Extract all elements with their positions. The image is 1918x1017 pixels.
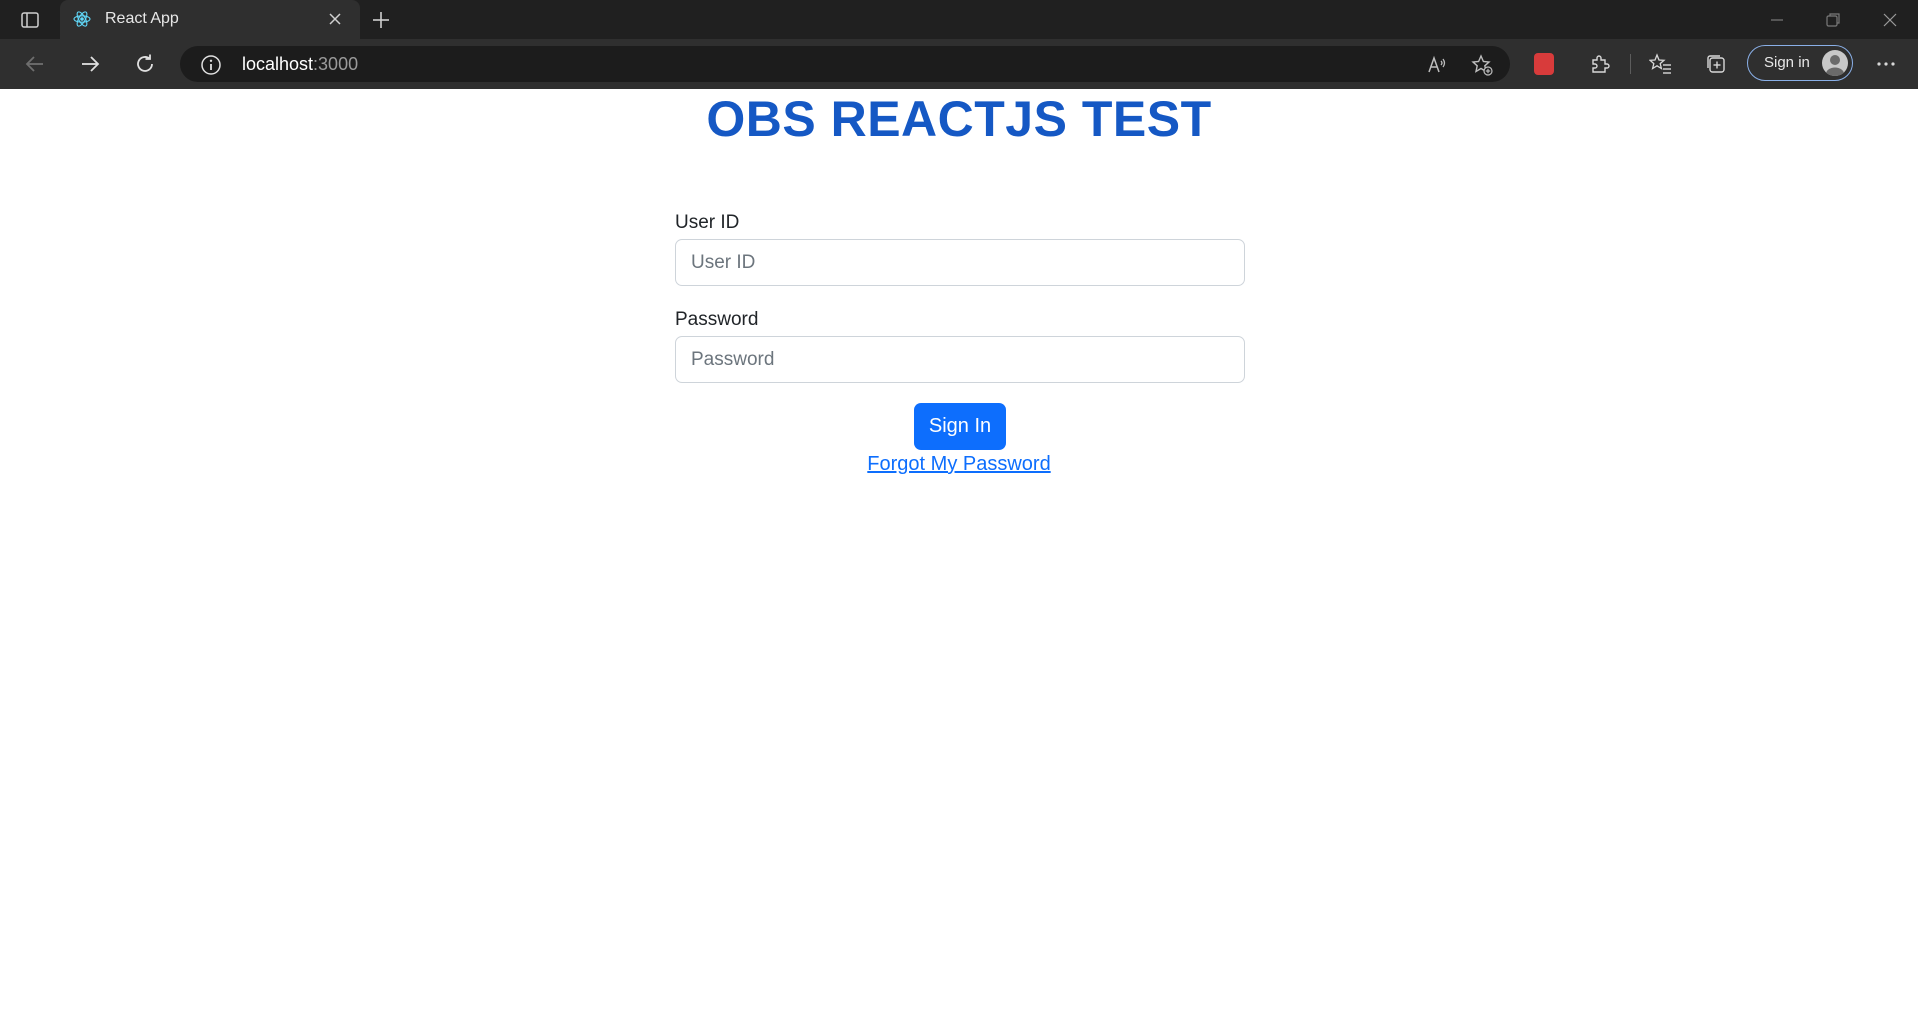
user-avatar-icon <box>1826 55 1844 76</box>
browser-toolbar: localhost:3000 Sign in <box>0 39 1918 89</box>
avatar <box>1822 50 1848 76</box>
collections-icon <box>1707 55 1725 73</box>
user-id-label: User ID <box>675 212 740 233</box>
tab-title: React App <box>105 10 179 27</box>
forgot-password-link[interactable]: Forgot My Password <box>867 453 1050 475</box>
tab-actions-icon <box>21 12 39 28</box>
new-tab-plus-icon[interactable] <box>368 9 394 31</box>
refresh-button[interactable] <box>132 51 158 77</box>
minimize-window-icon[interactable] <box>1767 10 1787 30</box>
extension-red-icon[interactable] <box>1534 53 1554 75</box>
password-label: Password <box>675 309 759 330</box>
browser-tab-active[interactable]: React App <box>60 0 360 39</box>
user-id-input[interactable] <box>675 239 1245 286</box>
tab-actions-menu-button[interactable] <box>14 8 46 32</box>
close-tab-icon[interactable] <box>328 12 342 26</box>
more-horizontal-icon <box>1877 62 1895 66</box>
forgot-password-row: Forgot My Password <box>0 453 1918 476</box>
url-text[interactable]: localhost:3000 <box>242 54 358 75</box>
site-info-icon[interactable] <box>200 54 222 76</box>
read-aloud-icon[interactable] <box>1425 53 1449 77</box>
favorites-button[interactable] <box>1648 51 1674 77</box>
forward-button[interactable] <box>77 51 103 77</box>
back-arrow-icon <box>25 56 43 72</box>
extensions-button[interactable] <box>1587 51 1613 77</box>
puzzle-piece-icon <box>1592 55 1610 73</box>
restore-window-icon[interactable] <box>1823 10 1843 30</box>
toolbar-divider <box>1630 54 1631 74</box>
profile-sign-in-label: Sign in <box>1764 54 1810 71</box>
password-input[interactable] <box>675 336 1245 383</box>
page-title: OBS REACTJS TEST <box>706 91 1212 147</box>
url-port: :3000 <box>313 54 359 74</box>
react-logo-icon <box>73 11 91 27</box>
favorites-list-icon <box>1649 53 1671 74</box>
close-window-icon[interactable] <box>1880 10 1900 30</box>
collections-button[interactable] <box>1703 51 1729 77</box>
address-bar[interactable]: localhost:3000 <box>180 46 1510 82</box>
settings-more-button[interactable] <box>1873 51 1899 77</box>
profile-sign-in-button[interactable]: Sign in <box>1747 45 1853 81</box>
sign-in-button[interactable]: Sign In <box>914 403 1006 450</box>
forward-arrow-icon <box>82 56 100 72</box>
add-favorite-star-icon[interactable] <box>1470 53 1494 77</box>
refresh-icon <box>137 54 153 72</box>
back-button[interactable] <box>22 51 48 77</box>
url-host: localhost <box>242 54 314 74</box>
browser-tab-strip: React App <box>0 0 1918 39</box>
